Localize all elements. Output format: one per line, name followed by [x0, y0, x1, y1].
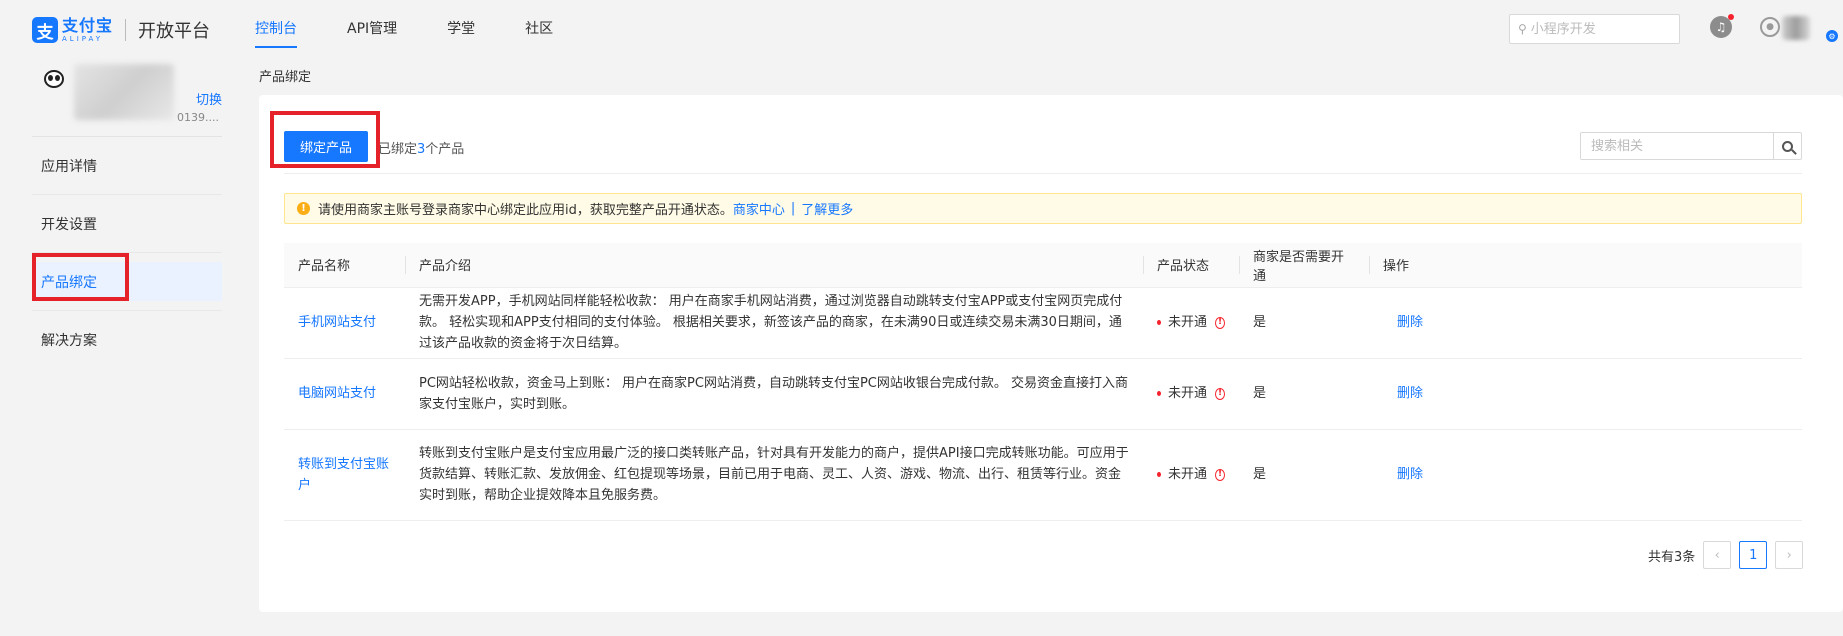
- top-navigation-bar: 支 支付宝 ALIPAY 开放平台 控制台 API管理 学堂 社区 ⚲ ♫ ● …: [0, 0, 1843, 58]
- table-row: 电脑网站支付 PC网站轻松收款，资金马上到账： 用户在商家PC网站消费，自动跳转…: [284, 358, 1802, 430]
- bound-suffix: 个产品: [425, 142, 465, 157]
- notice-separator: |: [790, 201, 796, 216]
- product-status: 未开通!: [1157, 464, 1225, 485]
- delete-link[interactable]: 删除: [1383, 386, 1423, 401]
- bound-prefix: 已绑定: [378, 142, 418, 157]
- merchant-required: 是: [1239, 429, 1369, 521]
- logo-en: ALIPAY: [62, 34, 104, 43]
- status-text: 未开通: [1168, 315, 1208, 330]
- user-avatar[interactable]: [1782, 16, 1810, 40]
- logo-cn: 支付宝: [62, 15, 114, 35]
- notification-bell-icon[interactable]: ♫: [1710, 14, 1734, 38]
- app-id: 0139....: [177, 111, 219, 124]
- nav-api-management[interactable]: API管理: [347, 0, 397, 58]
- merchant-required: 是: [1239, 358, 1369, 430]
- notice-text: 请使用商家主账号登录商家中心绑定此应用id，获取完整产品开通状态。: [318, 203, 733, 218]
- nav-console[interactable]: 控制台: [255, 0, 297, 58]
- app-name-blurred: [74, 64, 174, 120]
- learn-more-link[interactable]: 了解更多: [801, 199, 853, 218]
- sidebar: 0139.... 切换 应用详情 开发设置 产品绑定 解决方案: [32, 58, 222, 368]
- product-name-link[interactable]: 手机网站支付: [298, 315, 376, 330]
- sidebar-divider: [32, 252, 222, 253]
- product-name-link[interactable]: 电脑网站支付: [298, 386, 376, 401]
- app-card: 0139.... 切换: [32, 58, 222, 136]
- product-description: 无需开发APP，手机网站同样能轻松收款： 用户在商家手机网站消费，通过浏览器自动…: [405, 287, 1143, 359]
- bound-summary: 已绑定3个产品: [378, 138, 464, 157]
- prev-page-button[interactable]: ‹: [1703, 541, 1732, 569]
- info-icon[interactable]: !: [1215, 316, 1225, 329]
- bind-product-button[interactable]: 绑定产品: [284, 131, 368, 162]
- status-dot: [1157, 320, 1161, 325]
- notice-banner: ! 请使用商家主账号登录商家中心绑定此应用id，获取完整产品开通状态。 商家中心…: [284, 193, 1802, 224]
- alipay-logo-icon: 支: [32, 17, 58, 43]
- panel-divider: [284, 173, 1802, 174]
- breadcrumb: 产品绑定: [259, 70, 312, 85]
- logo-text: 支付宝 ALIPAY: [62, 15, 114, 43]
- pagination: 共有3条 ‹ 1 ›: [1648, 541, 1811, 569]
- table-row: 转账到支付宝账户 转账到支付宝账户是支付宝应用最广泛的接口类转账产品，针对具有开…: [284, 429, 1802, 521]
- product-status: 未开通!: [1157, 383, 1225, 404]
- sidebar-item-app-details[interactable]: 应用详情: [32, 137, 222, 194]
- alipay-logo[interactable]: 支 支付宝 ALIPAY 开放平台: [32, 15, 210, 45]
- status-text: 未开通: [1168, 467, 1208, 482]
- table-header-row: 产品名称 产品介绍 产品状态 商家是否需要开通 操作: [284, 243, 1802, 288]
- column-header-product-name: 产品名称: [284, 243, 405, 288]
- warning-icon: !: [297, 202, 310, 215]
- top-search-box: ⚲: [1509, 14, 1680, 44]
- delete-link[interactable]: 删除: [1383, 315, 1423, 330]
- top-search-input[interactable]: [1530, 21, 1671, 37]
- nav-academy[interactable]: 学堂: [447, 0, 475, 58]
- merchant-required: 是: [1239, 287, 1369, 359]
- search-icon: ⚲: [1518, 22, 1527, 36]
- product-name-link[interactable]: 转账到支付宝账户: [298, 457, 389, 493]
- column-header-status: 产品状态: [1143, 243, 1239, 288]
- page-1-button[interactable]: 1: [1739, 541, 1768, 569]
- app-avatar-icon: [44, 70, 64, 88]
- delete-link[interactable]: 删除: [1383, 467, 1423, 482]
- column-header-merchant-required: 商家是否需要开通: [1239, 243, 1369, 288]
- switch-app-link[interactable]: 切换: [196, 89, 222, 108]
- merchant-center-link[interactable]: 商家中心: [733, 199, 785, 218]
- notification-dot: [1728, 14, 1734, 20]
- sidebar-item-dev-settings[interactable]: 开发设置: [32, 195, 222, 252]
- search-icon: [1782, 140, 1793, 152]
- product-description: 转账到支付宝账户是支付宝应用最广泛的接口类转账产品，针对具有开发能力的商户，提供…: [405, 429, 1143, 521]
- product-search-input[interactable]: [1580, 132, 1774, 160]
- settings-badge-icon[interactable]: ⚙: [1826, 30, 1838, 42]
- logo-divider: [125, 19, 127, 41]
- user-profile-icon[interactable]: ●: [1760, 17, 1780, 37]
- sidebar-item-product-binding[interactable]: 产品绑定: [32, 262, 222, 301]
- info-icon[interactable]: !: [1215, 468, 1225, 481]
- main-nav: 控制台 API管理 学堂 社区: [255, 0, 603, 58]
- next-page-button[interactable]: ›: [1775, 541, 1804, 569]
- platform-name: 开放平台: [138, 21, 211, 42]
- product-description: PC网站轻松收款，资金马上到账： 用户在商家PC网站消费，自动跳转支付宝PC网站…: [405, 358, 1143, 430]
- column-header-actions: 操作: [1369, 243, 1802, 288]
- product-table: 产品名称 产品介绍 产品状态 商家是否需要开通 操作 手机网站支付 无需开发AP…: [284, 243, 1802, 521]
- status-text: 未开通: [1168, 386, 1208, 401]
- nav-community[interactable]: 社区: [525, 0, 553, 58]
- product-search-button[interactable]: [1773, 132, 1802, 160]
- product-status: 未开通!: [1157, 312, 1225, 333]
- content-panel: 绑定产品 已绑定3个产品 ! 请使用商家主账号登录商家中心绑定此应用id，获取完…: [259, 95, 1843, 612]
- sidebar-item-solutions[interactable]: 解决方案: [32, 311, 222, 368]
- status-dot: [1157, 472, 1161, 477]
- table-row: 手机网站支付 无需开发APP，手机网站同样能轻松收款： 用户在商家手机网站消费，…: [284, 287, 1802, 359]
- total-count: 共有3条: [1648, 549, 1696, 565]
- info-icon[interactable]: !: [1215, 387, 1225, 400]
- column-header-description: 产品介绍: [405, 243, 1143, 288]
- status-dot: [1157, 391, 1161, 396]
